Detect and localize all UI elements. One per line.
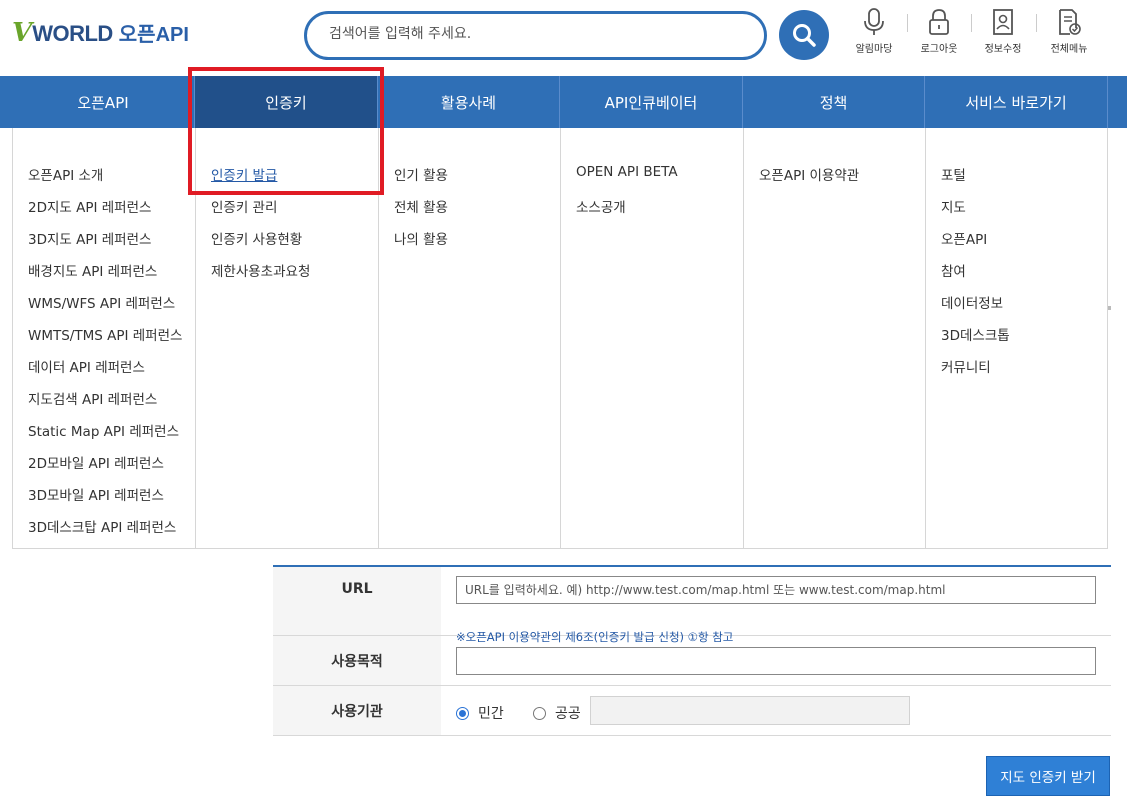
radio-dot	[533, 706, 546, 720]
menu-item[interactable]: 데이터 API 레퍼런스	[28, 356, 182, 388]
get-map-key-button[interactable]: 지도 인증키 받기	[986, 756, 1110, 796]
url-input[interactable]	[456, 576, 1096, 604]
menu-item[interactable]: 오픈API 소개	[28, 164, 182, 196]
mega-menu-dropdown: 오픈API 소개 2D지도 API 레퍼런스 3D지도 API 레퍼런스 배경지…	[12, 128, 1108, 549]
purpose-input[interactable]	[456, 647, 1096, 675]
menu-item[interactable]: 인기 활용	[394, 164, 448, 196]
menu-item[interactable]: 3D모바일 API 레퍼런스	[28, 484, 182, 516]
menu-item[interactable]: 나의 활용	[394, 228, 448, 260]
menu-column-openapi: 오픈API 소개 2D지도 API 레퍼런스 3D지도 API 레퍼런스 배경지…	[13, 128, 196, 548]
menu-item[interactable]: Static Map API 레퍼런스	[28, 420, 182, 452]
menu-item[interactable]: 커뮤니티	[941, 356, 1010, 388]
site-header: V WORLD 오픈API 알림마당 로그아웃	[0, 0, 1127, 76]
radio-private[interactable]: 민간	[456, 703, 504, 723]
edit-profile-button[interactable]: 정보수정	[973, 8, 1033, 55]
radio-dot-selected	[456, 706, 469, 720]
notice-board-button[interactable]: 알림마당	[844, 8, 904, 55]
menu-item[interactable]: 3D데스크톱	[941, 324, 1010, 356]
util-divider	[1036, 14, 1037, 32]
url-row: URL ※오픈API 이용약관의 제6조(인증키 발급 신청) ①항 참고	[273, 567, 1111, 644]
menu-item[interactable]: 전체 활용	[394, 196, 448, 228]
organization-row: 사용기관 민간 공공	[273, 686, 1111, 736]
menu-column-service-shortcuts: 포털 지도 오픈API 참여 데이터정보 3D데스크톱 커뮤니티	[926, 128, 1108, 548]
menu-item[interactable]: 3D데스크탑 API 레퍼런스	[28, 516, 182, 548]
url-label: URL	[273, 567, 441, 635]
nav-use-cases[interactable]: 활용사례	[378, 76, 560, 128]
vworld-logo[interactable]: V WORLD 오픈API	[12, 18, 189, 48]
menu-item[interactable]: 인증키 사용현황	[211, 228, 310, 260]
menu-column-api-incubator: OPEN API BETA 소스공개	[561, 128, 744, 548]
menu-item[interactable]: 배경지도 API 레퍼런스	[28, 260, 182, 292]
purpose-label: 사용목적	[273, 636, 441, 685]
menu-item[interactable]: WMS/WFS API 레퍼런스	[28, 292, 182, 324]
nav-service-shortcuts[interactable]: 서비스 바로가기	[925, 76, 1108, 128]
menu-item[interactable]: 지도	[941, 196, 1010, 228]
organization-label: 사용기관	[273, 686, 441, 735]
menu-item[interactable]: 오픈API	[941, 228, 1010, 260]
search-box	[304, 11, 767, 60]
search-button[interactable]	[779, 10, 829, 60]
logout-label: 로그아웃	[920, 44, 958, 55]
logo-v-mark: V	[12, 18, 33, 48]
menu-item[interactable]: 2D모바일 API 레퍼런스	[28, 452, 182, 484]
search-icon	[793, 24, 816, 47]
user-card-icon	[993, 9, 1013, 35]
all-menu-label: 전체메뉴	[1050, 44, 1088, 55]
menu-item[interactable]: 지도검색 API 레퍼런스	[28, 388, 182, 420]
menu-item[interactable]: 인증키 관리	[211, 196, 310, 228]
util-divider	[907, 14, 908, 32]
radio-private-label: 민간	[478, 706, 504, 722]
microphone-icon	[864, 8, 884, 35]
menu-item[interactable]: 제한사용초과요청	[211, 260, 310, 292]
lock-icon	[929, 9, 949, 35]
all-menu-button[interactable]: 전체메뉴	[1039, 8, 1099, 55]
radio-public-label: 공공	[555, 706, 581, 722]
menu-item[interactable]: OPEN API BETA	[576, 164, 678, 196]
radio-public[interactable]: 공공	[533, 703, 581, 723]
nav-policy[interactable]: 정책	[743, 76, 925, 128]
logout-button[interactable]: 로그아웃	[909, 8, 969, 55]
menu-item[interactable]: 포털	[941, 164, 1010, 196]
menu-item[interactable]: 2D지도 API 레퍼런스	[28, 196, 182, 228]
menu-item[interactable]: 소스공개	[576, 196, 678, 228]
menu-column-use-cases: 인기 활용 전체 활용 나의 활용	[379, 128, 561, 548]
logo-world-text: WORLD	[32, 21, 113, 46]
menu-item[interactable]: 오픈API 이용약관	[759, 164, 859, 196]
organization-name-input[interactable]	[590, 696, 910, 725]
menu-item[interactable]: 참여	[941, 260, 1010, 292]
search-input[interactable]	[329, 26, 739, 42]
nav-api-incubator[interactable]: API인큐베이터	[560, 76, 743, 128]
edit-profile-label: 정보수정	[984, 44, 1022, 55]
menu-item[interactable]: 데이터정보	[941, 292, 1010, 324]
menu-item[interactable]: WMTS/TMS API 레퍼런스	[28, 324, 182, 356]
logo-openapi-text: 오픈API	[118, 24, 189, 46]
notice-board-label: 알림마당	[855, 44, 893, 55]
purpose-row: 사용목적	[273, 636, 1111, 686]
nav-openapi[interactable]: 오픈API	[12, 76, 195, 128]
menu-item[interactable]: 3D지도 API 레퍼런스	[28, 228, 182, 260]
highlight-annotation-box	[188, 67, 384, 195]
main-navigation: 오픈API 인증키 활용사례 API인큐베이터 정책 서비스 바로가기	[0, 76, 1127, 128]
util-divider	[971, 14, 972, 32]
document-check-icon	[1059, 9, 1081, 35]
menu-column-policy: 오픈API 이용약관	[744, 128, 926, 548]
